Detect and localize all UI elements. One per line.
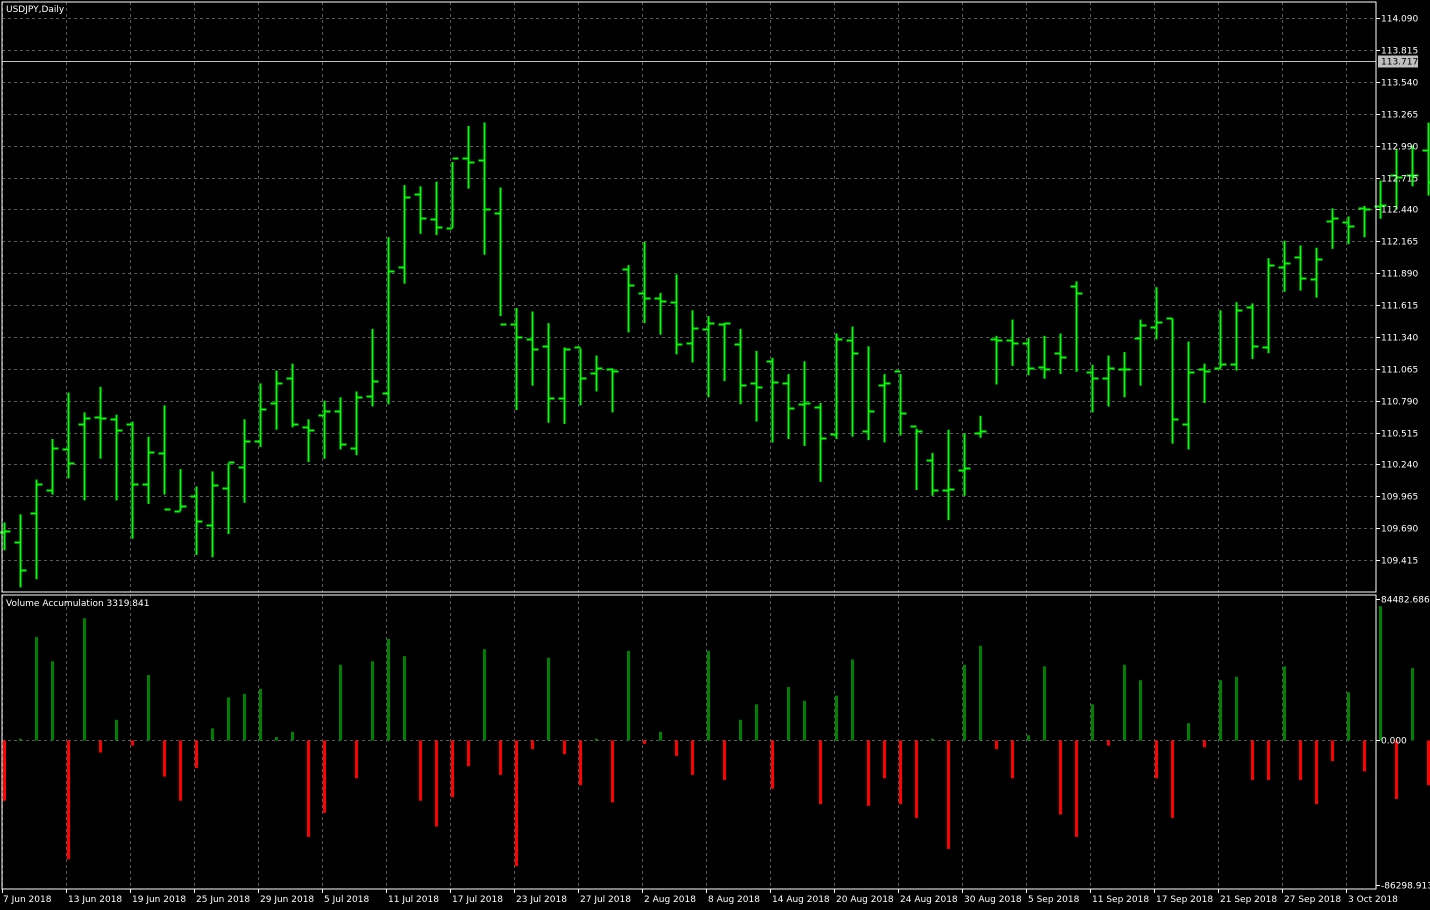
time-tick-label: 25 Jun 2018	[196, 895, 250, 905]
time-tick-label: 20 Aug 2018	[836, 895, 894, 905]
time-tick-label: 27 Sep 2018	[1284, 895, 1341, 905]
price-tick-label: 113.540	[1381, 79, 1418, 89]
price-tick-label: 110.240	[1381, 461, 1418, 471]
chart-title: USDJPY,Daily	[6, 5, 65, 15]
time-tick-label: 14 Aug 2018	[772, 895, 830, 905]
price-tick-label: 112.990	[1381, 143, 1418, 153]
time-tick-label: 7 Jun 2018	[3, 895, 52, 905]
time-tick-label: 8 Aug 2018	[708, 895, 760, 905]
time-tick-label: 30 Aug 2018	[964, 895, 1022, 905]
time-tick-label: 2 Aug 2018	[644, 895, 696, 905]
time-tick-label: 11 Jul 2018	[388, 895, 439, 905]
price-tick-label: 112.165	[1381, 238, 1418, 248]
trading-chart[interactable]: 114.090 113.815 113.540 113.265 112.990 112.7…	[0, 0, 1430, 910]
current-price-label: 113.717	[1381, 58, 1418, 68]
time-tick-label: 13 Jun 2018	[68, 895, 122, 905]
price-tick-label: 109.415	[1381, 557, 1418, 567]
volume-tick-label: -86298.913	[1381, 882, 1430, 892]
time-tick-label: 17 Sep 2018	[1156, 895, 1213, 905]
price-tick-label: 112.715	[1381, 175, 1418, 185]
indicator-title: Volume Accumulation 3319.841	[6, 599, 149, 609]
price-tick-label: 111.065	[1381, 366, 1418, 376]
time-tick-label: 5 Sep 2018	[1028, 895, 1080, 905]
volume-tick-label: 84482.686	[1381, 596, 1430, 606]
time-tick-label: 24 Aug 2018	[900, 895, 958, 905]
price-tick-label: 112.440	[1381, 206, 1418, 216]
time-tick-label: 5 Jul 2018	[324, 895, 369, 905]
price-tick-label: 109.965	[1381, 493, 1418, 503]
price-tick-label: 110.515	[1381, 430, 1418, 440]
time-tick-label: 29 Jun 2018	[260, 895, 314, 905]
time-tick-label: 17 Jul 2018	[452, 895, 503, 905]
time-tick-label: 19 Jun 2018	[132, 895, 186, 905]
price-tick-label: 113.815	[1381, 47, 1418, 57]
price-tick-label: 113.265	[1381, 111, 1418, 121]
volume-tick-label: 0.000	[1381, 737, 1407, 747]
time-tick-label: 27 Jul 2018	[580, 895, 631, 905]
time-tick-label: 21 Sep 2018	[1220, 895, 1277, 905]
price-tick-label: 109.690	[1381, 525, 1418, 535]
price-tick-label: 111.890	[1381, 270, 1418, 280]
price-tick-label: 110.790	[1381, 398, 1418, 408]
chart-background	[0, 0, 1430, 910]
time-tick-label: 11 Sep 2018	[1092, 895, 1149, 905]
time-tick-label: 3 Oct 2018	[1348, 895, 1398, 905]
price-tick-label: 111.615	[1381, 302, 1418, 312]
price-tick-label: 114.090	[1381, 15, 1418, 25]
time-tick-label: 23 Jul 2018	[516, 895, 567, 905]
price-tick-label: 111.340	[1381, 334, 1418, 344]
